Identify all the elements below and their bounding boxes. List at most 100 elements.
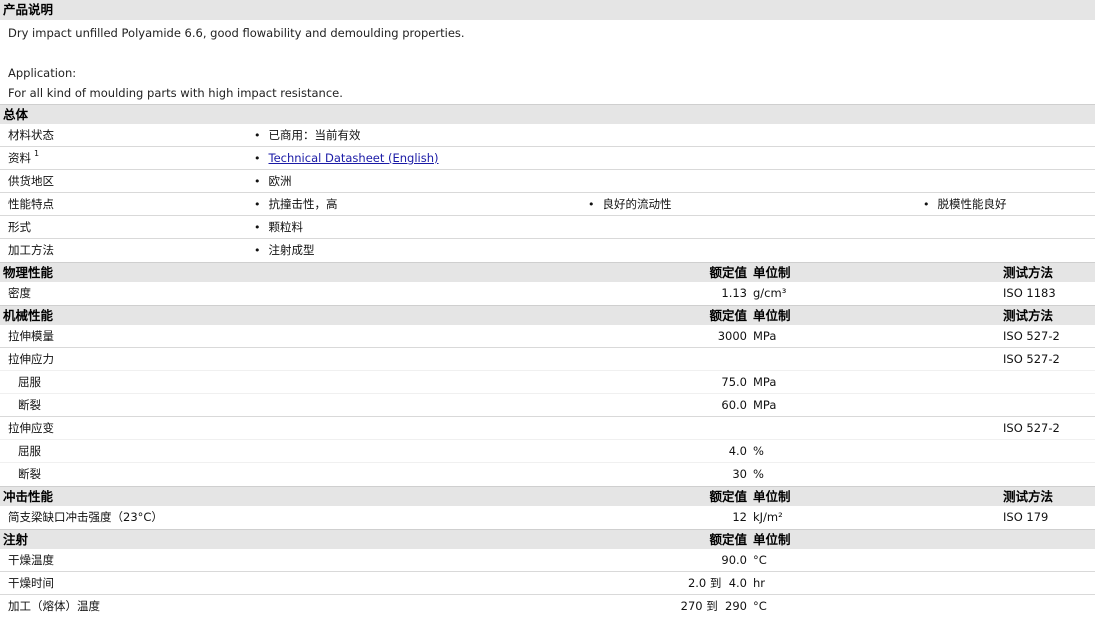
section-title: 总体 <box>3 107 29 122</box>
section-title: 产品说明 <box>3 2 54 17</box>
row-method: ISO 527-2 <box>1003 329 1060 343</box>
row-method: ISO 179 <box>1003 510 1049 524</box>
table-row: 加工（熔体）温度 270 到 290 °C <box>0 595 1095 618</box>
section-title: 机械性能 <box>3 308 54 323</box>
section-header-mechanical: 机械性能 额定值 单位制 测试方法 <box>0 305 1095 325</box>
row-method: ISO 527-2 <box>1003 421 1060 435</box>
row-unit: hr <box>753 576 766 590</box>
row-label: 性能特点 <box>8 197 54 211</box>
row-label: 屈服 <box>18 444 41 458</box>
row-value: 良好的流动性 <box>588 193 672 216</box>
description-line: Dry impact unfilled Polyamide 6.6, good … <box>8 26 465 40</box>
col-header-method: 测试方法 <box>1003 265 1054 280</box>
table-row: 性能特点 抗撞击性，高 良好的流动性 脱模性能良好 <box>0 193 1095 216</box>
row-value: 270 到 290 <box>680 599 747 613</box>
row-unit: °C <box>753 599 767 613</box>
table-row: 干燥时间 2.0 到 4.0 hr <box>0 572 1095 595</box>
row-label: 加工（熔体）温度 <box>8 599 100 613</box>
row-value: 60.0 <box>721 398 747 412</box>
table-row: 资料1 Technical Datasheet (English) <box>0 147 1095 170</box>
section-header-injection: 注射 额定值 单位制 <box>0 529 1095 549</box>
row-unit: % <box>753 444 764 458</box>
row-label: 屈服 <box>18 375 41 389</box>
table-row: 拉伸应力 ISO 527-2 <box>0 348 1095 371</box>
row-label: 干燥时间 <box>8 576 54 590</box>
row-value: 2.0 到 4.0 <box>687 576 747 590</box>
datasheet-link[interactable]: Technical Datasheet (English) <box>269 151 439 165</box>
col-header-unit: 单位制 <box>753 265 791 280</box>
section-header-impact: 冲击性能 额定值 单位制 测试方法 <box>0 486 1095 506</box>
row-value: 3000 <box>717 329 747 343</box>
row-value: 脱模性能良好 <box>923 193 1007 216</box>
row-label: 拉伸应变 <box>8 421 54 435</box>
table-row: 干燥温度 90.0 °C <box>0 549 1095 572</box>
table-row: 断裂 30 % <box>0 463 1095 486</box>
col-header-value: 额定值 <box>709 489 747 504</box>
row-label: 拉伸应力 <box>8 352 54 366</box>
table-row: 断裂 60.0 MPa <box>0 394 1095 417</box>
footnote-marker: 1 <box>34 149 40 158</box>
col-header-method: 测试方法 <box>1003 308 1054 323</box>
row-value: 4.0 <box>728 444 747 458</box>
col-header-unit: 单位制 <box>753 489 791 504</box>
row-label: 供货地区 <box>8 174 54 188</box>
row-unit: MPa <box>753 398 777 412</box>
table-row: 材料状态 已商用：当前有效 <box>0 124 1095 147</box>
section-title: 物理性能 <box>3 265 54 280</box>
section-title: 注射 <box>3 532 29 547</box>
table-row: 拉伸模量 3000 MPa ISO 527-2 <box>0 325 1095 348</box>
row-value: 注射成型 <box>254 239 315 262</box>
table-row: 简支梁缺口冲击强度（23°C） 12 kJ/m² ISO 179 <box>0 506 1095 529</box>
row-label: 形式 <box>8 220 31 234</box>
row-method: ISO 527-2 <box>1003 352 1060 366</box>
description-line: For all kind of moulding parts with high… <box>8 86 343 100</box>
col-header-method: 测试方法 <box>1003 489 1054 504</box>
table-row: 屈服 4.0 % <box>0 440 1095 463</box>
row-label: 密度 <box>8 286 31 300</box>
col-header-value: 额定值 <box>709 308 747 323</box>
row-value: 1.13 <box>721 286 747 300</box>
section-header-description: 产品说明 <box>0 0 1095 20</box>
table-row: 密度 1.13 g/cm³ ISO 1183 <box>0 282 1095 305</box>
row-label: 简支梁缺口冲击强度（23°C） <box>8 510 163 524</box>
col-header-unit: 单位制 <box>753 532 791 547</box>
datasheet-link-item: Technical Datasheet (English) <box>254 147 439 170</box>
row-label: 加工方法 <box>8 243 54 257</box>
section-title: 冲击性能 <box>3 489 54 504</box>
table-row: 供货地区 欧洲 <box>0 170 1095 193</box>
row-unit: % <box>753 467 764 481</box>
row-value: 90.0 <box>721 553 747 567</box>
section-header-general: 总体 <box>0 104 1095 124</box>
row-label: 材料状态 <box>8 128 54 142</box>
description-line <box>8 43 1095 63</box>
row-label: 断裂 <box>18 467 41 481</box>
row-unit: °C <box>753 553 767 567</box>
row-value: 抗撞击性，高 <box>254 193 338 216</box>
row-label: 拉伸模量 <box>8 329 54 343</box>
row-value: 30 <box>732 467 747 481</box>
row-value: 75.0 <box>721 375 747 389</box>
row-label: 断裂 <box>18 398 41 412</box>
col-header-value: 额定值 <box>709 265 747 280</box>
section-header-physical: 物理性能 额定值 单位制 测试方法 <box>0 262 1095 282</box>
row-label: 资料 1 <box>8 149 40 165</box>
table-row: 形式 颗粒料 <box>0 216 1095 239</box>
row-unit: MPa <box>753 329 777 343</box>
row-unit: kJ/m² <box>753 510 783 524</box>
description-block: Dry impact unfilled Polyamide 6.6, good … <box>0 23 1095 103</box>
description-line: Application: <box>8 66 77 80</box>
row-value: 已商用：当前有效 <box>254 124 361 147</box>
table-row: 拉伸应变 ISO 527-2 <box>0 417 1095 440</box>
col-header-unit: 单位制 <box>753 308 791 323</box>
row-method: ISO 1183 <box>1003 286 1056 300</box>
row-unit: MPa <box>753 375 777 389</box>
table-row: 加工方法 注射成型 <box>0 239 1095 262</box>
row-value: 颗粒料 <box>254 216 304 239</box>
row-unit: g/cm³ <box>753 286 787 300</box>
row-value: 欧洲 <box>254 170 292 193</box>
row-value: 12 <box>732 510 747 524</box>
col-header-value: 额定值 <box>709 532 747 547</box>
table-row: 屈服 75.0 MPa <box>0 371 1095 394</box>
datasheet-page: 产品说明 Dry impact unfilled Polyamide 6.6, … <box>0 0 1095 618</box>
row-label: 干燥温度 <box>8 553 54 567</box>
